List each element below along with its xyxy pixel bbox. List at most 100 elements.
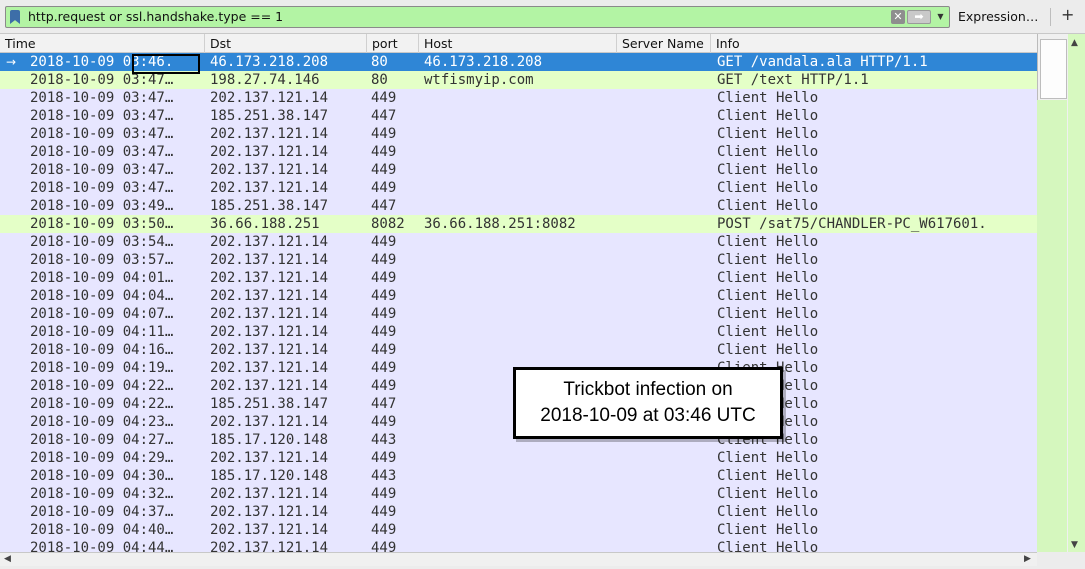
cell-dst: 202.137.121.14 [210,306,329,322]
cell-info: Client Hello [717,198,819,214]
table-row[interactable]: 2018-10-09 03:47… 202.137.121.14 449 Client… [0,161,1037,179]
table-row[interactable]: 2018-10-09 04:07… 202.137.121.14 449 Client… [0,305,1037,323]
table-row[interactable]: 2018-10-09 03:50… 36.66.188.251 8082 36.66.… [0,215,1037,233]
cell-port: 449 [371,270,397,286]
display-filter-toolbar: http.request or ssl.handshake.type == 1 … [0,0,1085,34]
filter-history-dropdown-icon[interactable]: ▼ [935,11,946,23]
cell-time: 2018-10-09 04:32… [30,486,174,502]
scroll-left-icon[interactable]: ◀ [4,554,11,564]
table-row[interactable]: 2018-10-09 04:30… 185.17.120.148 443 Client… [0,467,1037,485]
table-row[interactable]: 2018-10-09 04:40… 202.137.121.14 449 Client… [0,521,1037,539]
cell-info: Client Hello [717,180,819,196]
cell-time: 2018-10-09 04:19… [30,360,174,376]
cell-port: 449 [371,540,397,552]
table-row[interactable]: 2018-10-09 03:47… 202.137.121.14 449 Client… [0,89,1037,107]
table-row[interactable]: 2018-10-09 04:29… 202.137.121.14 449 Client… [0,449,1037,467]
table-row[interactable]: 2018-10-09 03:54… 202.137.121.14 449 Client… [0,233,1037,251]
table-row[interactable]: 2018-10-09 04:16… 202.137.121.14 449 Client… [0,341,1037,359]
display-filter-input[interactable]: http.request or ssl.handshake.type == 1 … [5,6,950,28]
table-row[interactable]: 2018-10-09 04:44… 202.137.121.14 449 Client… [0,539,1037,552]
cell-info: GET /text HTTP/1.1 [717,72,869,88]
bookmark-icon[interactable] [10,10,20,24]
cell-port: 449 [371,90,397,106]
cell-info: Client Hello [717,540,819,552]
cell-info: Client Hello [717,450,819,466]
cell-info: Client Hello [717,306,819,322]
cell-server-name [622,107,710,125]
column-header-time[interactable]: Time [0,34,205,53]
table-row[interactable]: 2018-10-09 04:11… 202.137.121.14 449 Client… [0,323,1037,341]
cell-port: 449 [371,324,397,340]
cell-dst: 202.137.121.14 [210,540,329,552]
apply-filter-arrow-icon[interactable]: ➡ [907,10,931,24]
cell-info: GET /vandala.ala HTTP/1.1 [717,54,928,70]
cell-host [424,125,616,143]
cell-dst: 202.137.121.14 [210,162,329,178]
table-row[interactable]: 2018-10-09 03:49… 185.251.38.147 447 Client… [0,197,1037,215]
expression-button[interactable]: Expression… [958,9,1038,24]
cell-server-name [622,215,710,233]
table-row[interactable]: 2018-10-09 04:01… 202.137.121.14 449 Client… [0,269,1037,287]
cell-host [424,467,616,485]
cell-server-name [622,287,710,305]
table-row[interactable]: 2018-10-09 03:47… 202.137.121.14 449 Client… [0,179,1037,197]
cell-dst: 202.137.121.14 [210,288,329,304]
cell-host: wtfismyip.com [424,72,534,88]
cell-host [424,89,616,107]
scroll-down-icon[interactable]: ▼ [1071,540,1078,550]
cell-time: 2018-10-09 03:49… [30,198,174,214]
column-header-port[interactable]: port [367,34,419,53]
table-row[interactable]: 2018-10-09 03:57… 202.137.121.14 449 Client… [0,251,1037,269]
packet-list[interactable]: Time Dst port Host Server Name Info → 201… [0,34,1037,552]
cell-dst: 202.137.121.14 [210,504,329,520]
clear-filter-icon[interactable]: ✕ [891,10,905,24]
cell-port: 449 [371,180,397,196]
table-row[interactable]: 2018-10-09 03:47… 202.137.121.14 449 Client… [0,125,1037,143]
cell-port: 449 [371,504,397,520]
cell-dst: 185.251.38.147 [210,396,329,412]
cell-server-name [622,449,710,467]
callout-line-2: 2018-10-09 at 03:46 UTC [540,405,756,426]
cell-server-name [622,467,710,485]
cell-port: 449 [371,342,397,358]
cell-server-name [622,197,710,215]
cell-host [424,305,616,323]
cell-info: Client Hello [717,522,819,538]
scroll-right-icon[interactable]: ▶ [1024,554,1031,564]
packet-minimap[interactable] [1068,34,1085,552]
callout-line-1: Trickbot infection on [563,379,733,400]
cell-port: 449 [371,486,397,502]
table-row[interactable]: 2018-10-09 04:04… 202.137.121.14 449 Client… [0,287,1037,305]
table-row[interactable]: 2018-10-09 03:47… 202.137.121.14 449 Client… [0,143,1037,161]
cell-port: 447 [371,198,397,214]
column-header-info[interactable]: Info [711,34,1037,53]
add-filter-button[interactable]: + [1061,5,1074,24]
cell-info: Client Hello [717,252,819,268]
cell-time: 2018-10-09 04:23… [30,414,174,430]
cell-info: Client Hello [717,288,819,304]
column-header-dst[interactable]: Dst [205,34,367,53]
scrollbar-thumb[interactable] [1040,39,1067,99]
cell-host [424,521,616,539]
cell-port: 449 [371,288,397,304]
cell-port: 443 [371,468,397,484]
cell-host [424,179,616,197]
cell-port: 449 [371,522,397,538]
column-header-server-name[interactable]: Server Name [617,34,711,53]
table-row[interactable]: 2018-10-09 03:47… 185.251.38.147 447 Client… [0,107,1037,125]
cell-host [424,251,616,269]
cell-server-name [622,539,710,552]
cell-dst: 36.66.188.251 [210,216,320,232]
horizontal-scrollbar[interactable]: ◀ ▶ [0,552,1037,566]
cell-server-name [622,485,710,503]
cell-time: 2018-10-09 04:44… [30,540,174,552]
cell-port: 443 [371,432,397,448]
scroll-up-icon[interactable]: ▲ [1071,38,1078,48]
column-header-host[interactable]: Host [419,34,617,53]
table-row[interactable]: 2018-10-09 04:37… 202.137.121.14 449 Client… [0,503,1037,521]
cell-dst: 185.17.120.148 [210,432,329,448]
cell-port: 447 [371,108,397,124]
cell-info: Client Hello [717,108,819,124]
table-row[interactable]: 2018-10-09 04:32… 202.137.121.14 449 Client… [0,485,1037,503]
cell-port: 449 [371,306,397,322]
